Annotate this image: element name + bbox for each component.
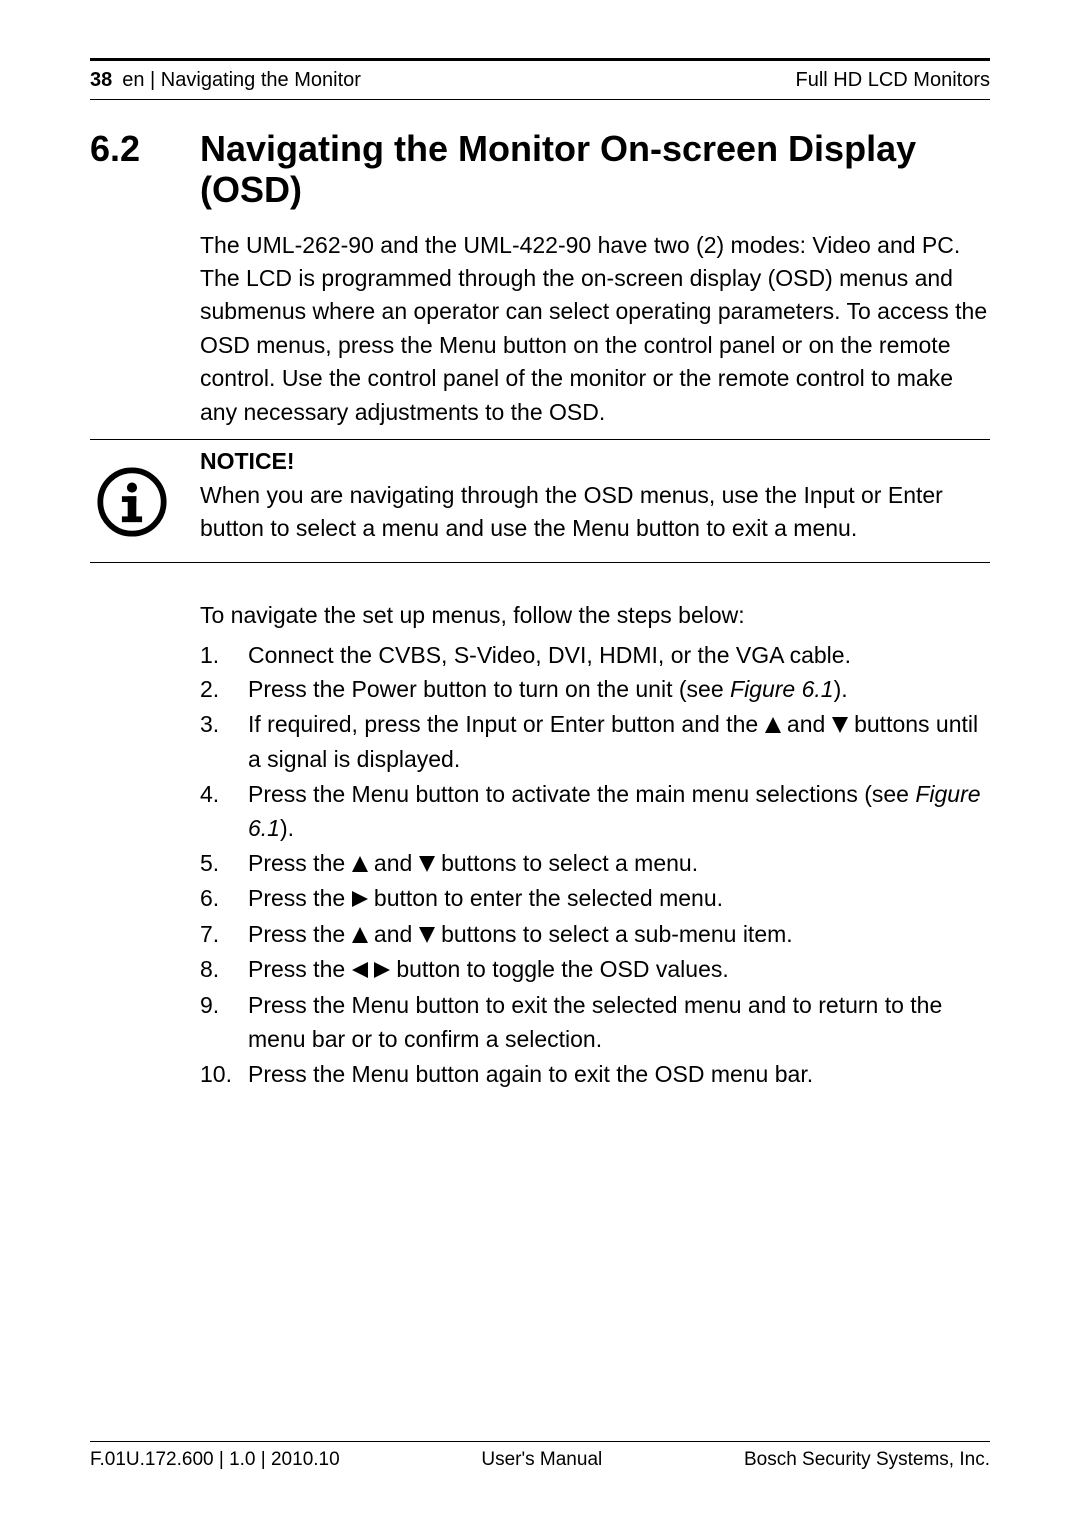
section-number: 6.2: [90, 128, 200, 169]
triangle-down-icon: [419, 847, 435, 882]
step-text: Connect the CVBS, S-Video, DVI, HDMI, or…: [248, 638, 990, 673]
notice-block: NOTICE! When you are navigating through …: [90, 439, 990, 563]
footer-doc-id: F.01U.172.600 | 1.0 | 2010.10: [90, 1448, 340, 1473]
step-text: If required, press the Input or Enter bu…: [248, 707, 990, 777]
step-item: 10. Press the Menu button again to exit …: [200, 1057, 990, 1092]
step-item: 9. Press the Menu button to exit the sel…: [200, 988, 990, 1057]
step-text: Press the and buttons to select a sub-me…: [248, 917, 990, 953]
step-item: 7. Press the and buttons to select a sub…: [200, 917, 990, 953]
footer-rule: [90, 1441, 990, 1442]
page-header: 38 en | Navigating the Monitor Full HD L…: [90, 67, 990, 93]
breadcrumb: en | Navigating the Monitor: [122, 67, 361, 93]
step-text: Press the Menu button to exit the select…: [248, 988, 990, 1057]
triangle-up-icon: [352, 847, 368, 882]
step-number: 10.: [200, 1057, 248, 1092]
section-heading: 6.2 Navigating the Monitor On-screen Dis…: [90, 128, 990, 211]
notice-heading: NOTICE!: [200, 448, 990, 475]
step-text: Press the Menu button to activate the ma…: [248, 777, 990, 846]
page-number: 38: [90, 67, 112, 93]
footer-company: Bosch Security Systems, Inc.: [744, 1448, 990, 1473]
intro-paragraph: The UML-262-90 and the UML-422-90 have t…: [200, 229, 990, 429]
steps-list: 1. Connect the CVBS, S-Video, DVI, HDMI,…: [200, 638, 990, 1092]
info-icon: [96, 466, 168, 543]
step-number: 9.: [200, 988, 248, 1023]
step-item: 3. If required, press the Input or Enter…: [200, 707, 990, 777]
step-number: 4.: [200, 777, 248, 812]
step-text: Press the button to toggle the OSD value…: [248, 952, 990, 988]
figure-reference: Figure 6.1: [248, 781, 981, 842]
step-text: Press the Power button to turn on the un…: [248, 672, 990, 707]
step-number: 3.: [200, 707, 248, 742]
step-number: 6.: [200, 881, 248, 916]
step-number: 7.: [200, 917, 248, 952]
step-number: 5.: [200, 846, 248, 881]
step-number: 8.: [200, 952, 248, 987]
step-text: Press the button to enter the selected m…: [248, 881, 990, 917]
triangle-down-icon: [419, 918, 435, 953]
notice-body: When you are navigating through the OSD …: [200, 479, 990, 546]
product-name: Full HD LCD Monitors: [796, 67, 990, 93]
step-item: 4. Press the Menu button to activate the…: [200, 777, 990, 846]
content-area: 6.2 Navigating the Monitor On-screen Dis…: [90, 128, 990, 1441]
page-footer: F.01U.172.600 | 1.0 | 2010.10 User's Man…: [90, 1448, 990, 1473]
triangle-down-icon: [832, 708, 848, 743]
step-item: 8. Press the button to toggle the OSD va…: [200, 952, 990, 988]
notice-rule-bottom: [90, 562, 990, 563]
header-rule-top: [90, 58, 990, 61]
header-rule-bottom: [90, 99, 990, 100]
figure-reference: Figure 6.1: [730, 676, 834, 702]
steps-intro: To navigate the set up menus, follow the…: [200, 599, 990, 632]
step-item: 2. Press the Power button to turn on the…: [200, 672, 990, 707]
step-text: Press the Menu button again to exit the …: [248, 1057, 990, 1092]
section-title: Navigating the Monitor On-screen Display…: [200, 128, 990, 211]
step-item: 1. Connect the CVBS, S-Video, DVI, HDMI,…: [200, 638, 990, 673]
step-item: 5. Press the and buttons to select a men…: [200, 846, 990, 882]
step-text: Press the and buttons to select a menu.: [248, 846, 990, 882]
triangle-right-icon: [352, 882, 368, 917]
triangle-up-icon: [352, 918, 368, 953]
step-number: 2.: [200, 672, 248, 707]
footer-center: User's Manual: [481, 1448, 602, 1473]
step-item: 6. Press the button to enter the selecte…: [200, 881, 990, 917]
triangle-right-icon: [374, 953, 390, 988]
triangle-left-icon: [352, 953, 368, 988]
step-number: 1.: [200, 638, 248, 673]
triangle-up-icon: [765, 708, 781, 743]
